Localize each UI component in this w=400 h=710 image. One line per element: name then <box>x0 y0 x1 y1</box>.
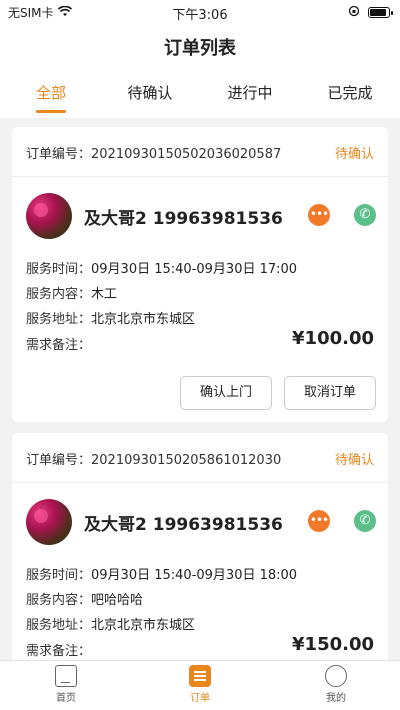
tab-all[interactable]: 全部 <box>36 82 66 103</box>
order-price: ¥150.00 <box>292 634 374 655</box>
service-address-row: 服务地址：北京北京市东城区 <box>26 614 195 633</box>
service-time-label: 服务时间： <box>26 568 92 583</box>
tab-in-progress[interactable]: 进行中 <box>227 82 272 103</box>
service-address: 北京北京市东城区 <box>91 618 196 633</box>
tab-orders-label: 订单 <box>190 693 210 704</box>
service-content-row: 服务内容：吧哈哈哈 <box>26 589 143 608</box>
nav-bar: 订单列表 <box>0 24 400 68</box>
confirm-visit-button[interactable]: 确认上门 <box>180 376 272 410</box>
tab-profile-label: 我的 <box>326 693 346 704</box>
order-number: 20210930150205861012030 <box>91 453 282 468</box>
service-content-label: 服务内容： <box>26 593 92 608</box>
chat-icon[interactable]: ••• <box>308 510 330 532</box>
service-content: 吧哈哈哈 <box>91 593 144 608</box>
service-address-label: 服务地址： <box>26 312 92 327</box>
service-time: 09月30日 15:40-09月30日 17:00 <box>91 262 298 277</box>
service-content-label: 服务内容： <box>26 287 92 302</box>
order-status: 待确认 <box>334 147 374 162</box>
order-status: 待确认 <box>334 453 374 468</box>
phone-icon[interactable]: ✆ <box>354 510 376 532</box>
tab-completed[interactable]: 已完成 <box>327 82 372 103</box>
home-icon <box>55 665 77 687</box>
order-number-label: 订单编号： <box>26 147 92 162</box>
page-title: 订单列表 <box>164 38 236 59</box>
order-card[interactable]: 订单编号：20210930150205861012030 待确认 及大哥2 19… <box>12 433 388 663</box>
cancel-order-button[interactable]: 取消订单 <box>284 376 376 410</box>
service-time-row: 服务时间：09月30日 15:40-09月30日 17:00 <box>26 258 297 277</box>
rotation-lock-icon <box>348 5 360 20</box>
service-time: 09月30日 15:40-09月30日 18:00 <box>91 568 298 583</box>
remark-label: 需求备注： <box>26 644 92 659</box>
customer-name-phone: 及大哥2 19963981536 <box>84 515 283 535</box>
status-time: 下午3:06 <box>172 8 228 23</box>
customer-name-phone: 及大哥2 19963981536 <box>84 209 283 229</box>
service-address-label: 服务地址： <box>26 618 92 633</box>
service-address-row: 服务地址：北京北京市东城区 <box>26 308 195 327</box>
order-number-label: 订单编号： <box>26 453 92 468</box>
tab-home[interactable]: 首页 <box>36 665 96 704</box>
service-address: 北京北京市东城区 <box>91 312 196 327</box>
battery-icon <box>368 7 393 18</box>
tab-profile[interactable]: 我的 <box>306 665 366 704</box>
active-tab-indicator <box>36 110 66 113</box>
tab-home-label: 首页 <box>56 693 76 704</box>
remark-row: 需求备注： <box>26 640 91 659</box>
customer-avatar <box>26 193 72 239</box>
status-bar: 无SIM卡 下午3:06 <box>0 0 400 24</box>
order-card[interactable]: 订单编号：20210930150502036020587 待确认 及大哥2 19… <box>12 127 388 422</box>
tab-pending[interactable]: 待确认 <box>127 82 172 103</box>
remark-label: 需求备注： <box>26 338 92 353</box>
service-time-label: 服务时间： <box>26 262 92 277</box>
phone-icon[interactable]: ✆ <box>354 204 376 226</box>
service-content: 木工 <box>91 287 118 302</box>
order-icon <box>189 665 211 687</box>
profile-icon <box>325 665 347 687</box>
customer-avatar <box>26 499 72 545</box>
order-price: ¥100.00 <box>292 328 374 349</box>
chat-icon[interactable]: ••• <box>308 204 330 226</box>
remark-row: 需求备注： <box>26 334 91 353</box>
order-number: 20210930150502036020587 <box>91 147 282 162</box>
tab-orders[interactable]: 订单 <box>170 665 230 704</box>
bottom-tab-bar: 首页 订单 我的 <box>0 660 400 710</box>
service-time-row: 服务时间：09月30日 15:40-09月30日 18:00 <box>26 564 297 583</box>
order-tabs: 全部 待确认 进行中 已完成 <box>0 68 400 118</box>
order-header: 订单编号：20210930150205861012030 待确认 <box>12 433 388 483</box>
service-content-row: 服务内容：木工 <box>26 283 117 302</box>
order-header: 订单编号：20210930150502036020587 待确认 <box>12 127 388 177</box>
